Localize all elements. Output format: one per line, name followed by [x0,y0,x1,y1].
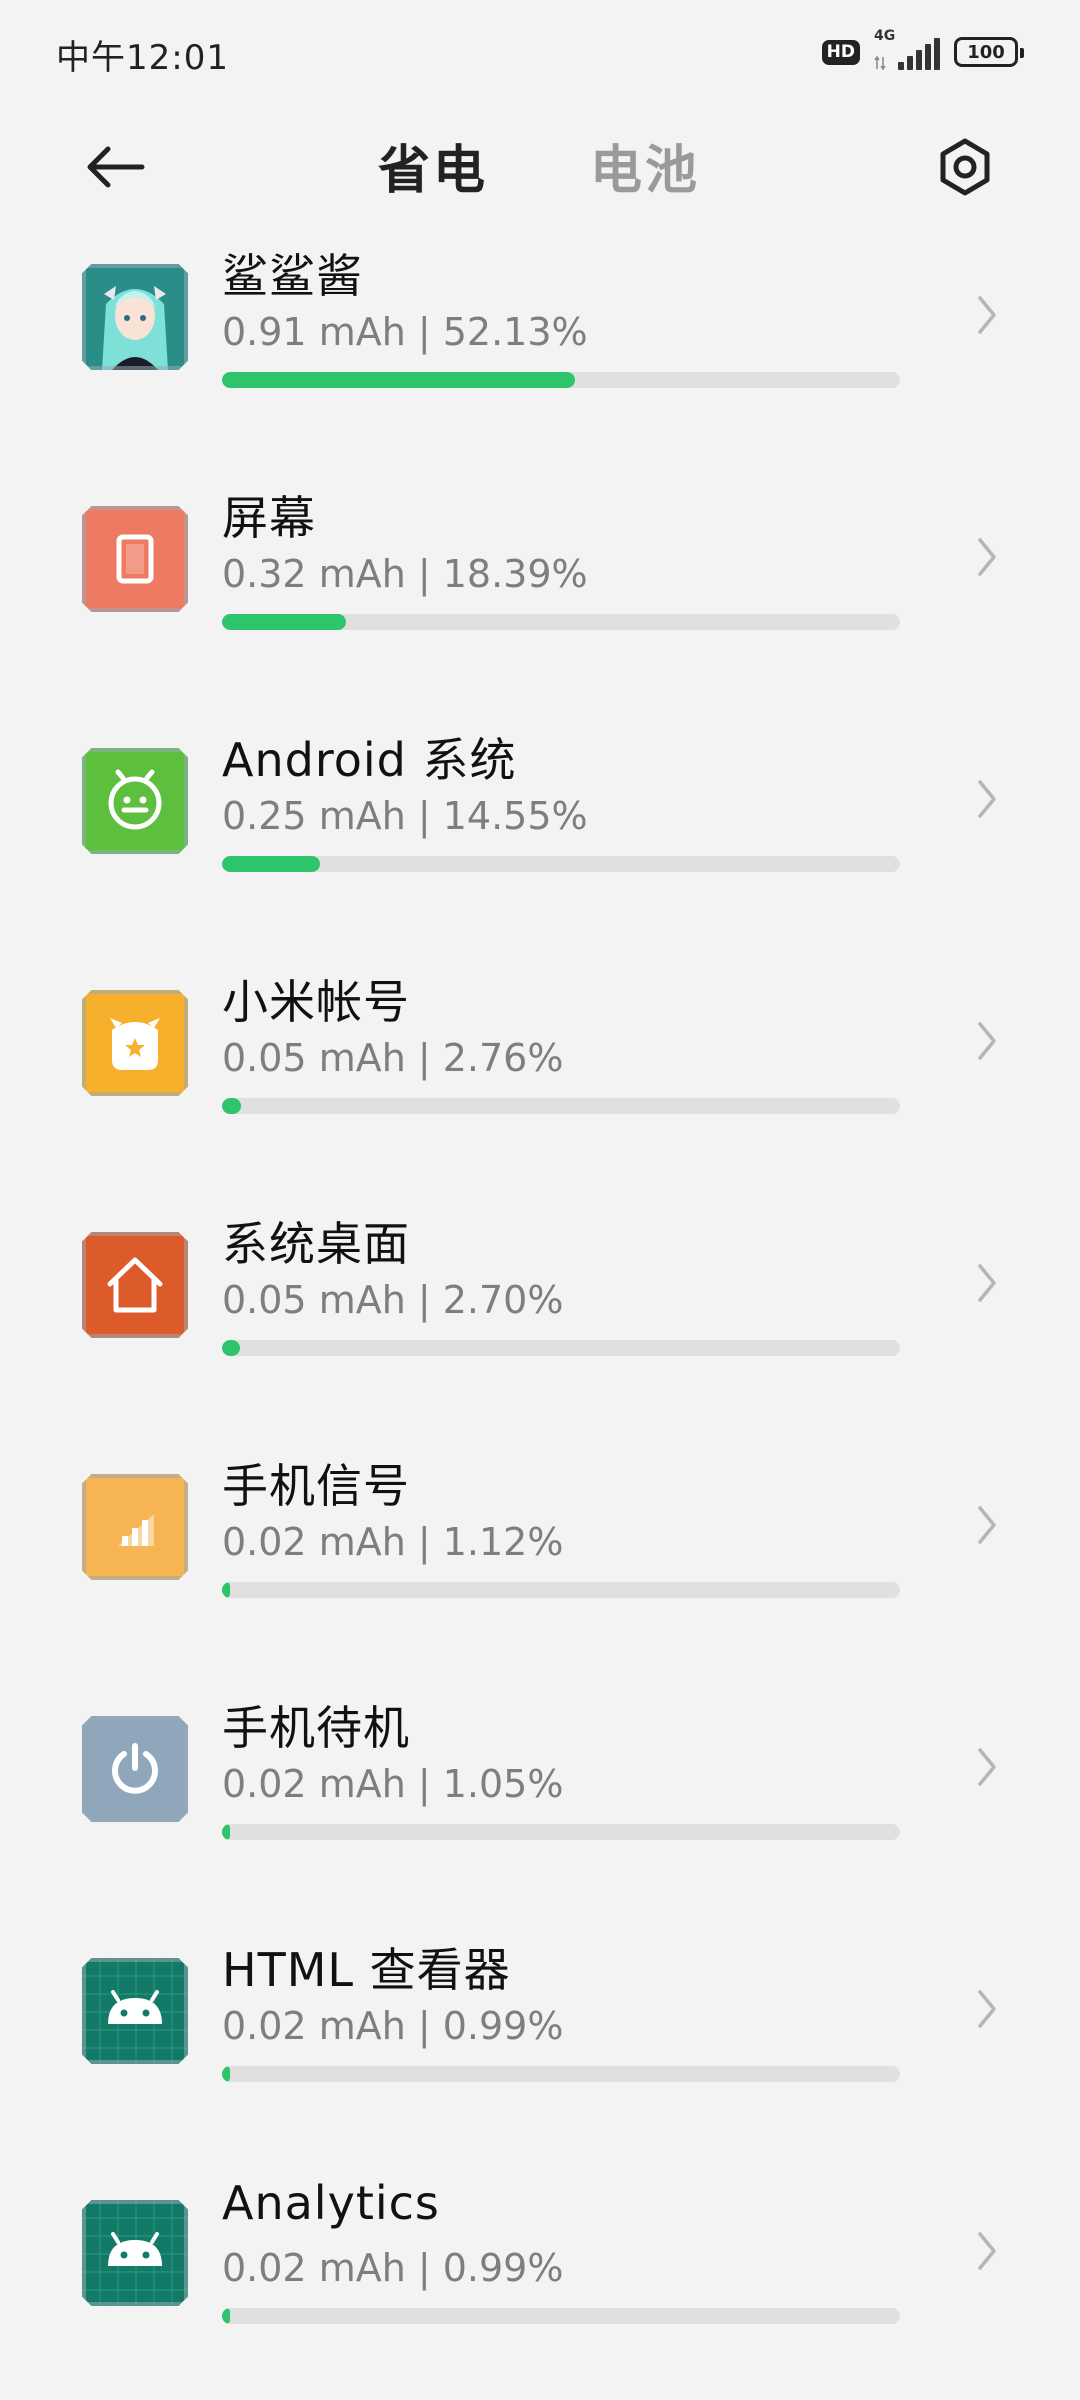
usage-progress-fill [222,2066,230,2082]
android-robot-icon [82,1958,188,2064]
tab-battery[interactable]: 电池 [590,128,700,203]
app-name: 屏幕 [222,491,316,545]
back-button[interactable] [80,132,150,202]
screen-icon [116,534,154,584]
usage-progress-bar [222,1582,900,1598]
app-icon [82,506,188,612]
app-usage-text: 0.32 mAh | 18.39% [222,552,588,596]
tab-power-saving[interactable]: 省电 [378,128,488,203]
usage-progress-bar [222,1824,900,1840]
app-name: HTML 查看器 [222,1943,511,1997]
chevron-right-icon [978,2232,996,2270]
app-usage-text: 0.25 mAh | 14.55% [222,794,588,838]
usage-progress-bar [222,856,900,872]
usage-progress-bar [222,1340,900,1356]
cellular-signal-icon: 4G [874,28,940,72]
app-icon [82,1958,188,2064]
app-name: 手机待机 [222,1701,410,1755]
android-face-icon [108,769,162,830]
network-type-label: 4G [874,28,896,44]
chevron-right-icon [978,1506,996,1544]
chevron-right-icon [978,1264,996,1302]
power-icon [112,1743,158,1794]
chevron-right-icon [978,1990,996,2028]
usage-progress-fill [222,372,575,388]
app-usage-text: 0.91 mAh | 52.13% [222,310,588,354]
app-name: 系统桌面 [222,1217,410,1271]
list-item[interactable]: 手机信号 0.02 mAh | 1.12% [0,1440,1080,1682]
chevron-right-icon [978,296,996,334]
usage-progress-fill [222,1098,241,1114]
anime-avatar-icon [82,264,188,370]
battery-icon: 100 [954,37,1024,67]
list-item[interactable]: HTML 查看器 0.02 mAh | 0.99% [0,1924,1080,2166]
chevron-right-icon [978,780,996,818]
usage-progress-bar [222,614,900,630]
usage-progress-bar [222,2066,900,2082]
usage-progress-fill [222,1824,230,1840]
list-item[interactable]: 小米帐号 0.05 mAh | 2.76% [0,956,1080,1198]
top-bar: 省电 电池 [0,110,1080,220]
settings-button[interactable] [930,132,1000,202]
back-arrow-icon [87,146,145,188]
app-icon [82,1232,188,1338]
app-usage-text: 0.05 mAh | 2.70% [222,1278,564,1322]
usage-progress-bar [222,372,900,388]
chevron-right-icon [978,1022,996,1060]
mi-account-icon [110,1018,160,1070]
app-name: 鲨鲨酱 [222,249,363,303]
app-usage-text: 0.05 mAh | 2.76% [222,1036,564,1080]
app-icon [82,748,188,854]
list-item[interactable]: Analytics 0.02 mAh | 0.99% [0,2166,1080,2400]
status-icons: HD 4G 100 [821,28,1024,72]
chevron-right-icon [978,1748,996,1786]
chevron-right-icon [978,538,996,576]
usage-progress-bar [222,2308,900,2324]
app-name: Analytics [222,2176,440,2230]
status-bar: 中午12:01 HD 4G 100 [0,0,1080,100]
app-usage-text: 0.02 mAh | 1.12% [222,1520,564,1564]
app-name: Android 系统 [222,733,517,787]
usage-progress-fill [222,614,347,630]
battery-level: 100 [967,41,1005,63]
list-item[interactable]: Android 系统 0.25 mAh | 14.55% [0,714,1080,956]
app-name: 小米帐号 [222,975,410,1029]
usage-progress-fill [222,1340,241,1356]
list-item[interactable]: 屏幕 0.32 mAh | 18.39% [0,472,1080,714]
usage-progress-fill [222,2308,230,2324]
android-robot-icon [82,2200,188,2306]
status-time: 中午12:01 [56,38,229,78]
list-item[interactable]: 鲨鲨酱 0.91 mAh | 52.13% [0,230,1080,472]
app-usage-text: 0.02 mAh | 0.99% [222,2246,564,2290]
usage-progress-bar [222,1098,900,1114]
app-icon [82,1716,188,1822]
usage-progress-fill [222,1582,230,1598]
settings-icon [940,138,990,196]
list-item[interactable]: 手机待机 0.02 mAh | 1.05% [0,1682,1080,1924]
app-icon [82,264,188,370]
app-usage-text: 0.02 mAh | 1.05% [222,1762,564,1806]
app-name: 手机信号 [222,1459,410,1513]
app-icon [82,990,188,1096]
signal-icon [118,1514,154,1546]
app-icon [82,1474,188,1580]
signal-bars-icon [898,38,940,70]
hd-icon: HD [821,39,860,65]
app-icon [82,2200,188,2306]
usage-progress-fill [222,856,321,872]
home-icon [107,1257,163,1313]
list-item[interactable]: 系统桌面 0.05 mAh | 2.70% [0,1198,1080,1440]
app-usage-text: 0.02 mAh | 0.99% [222,2004,564,2048]
data-arrows-icon [874,56,886,70]
